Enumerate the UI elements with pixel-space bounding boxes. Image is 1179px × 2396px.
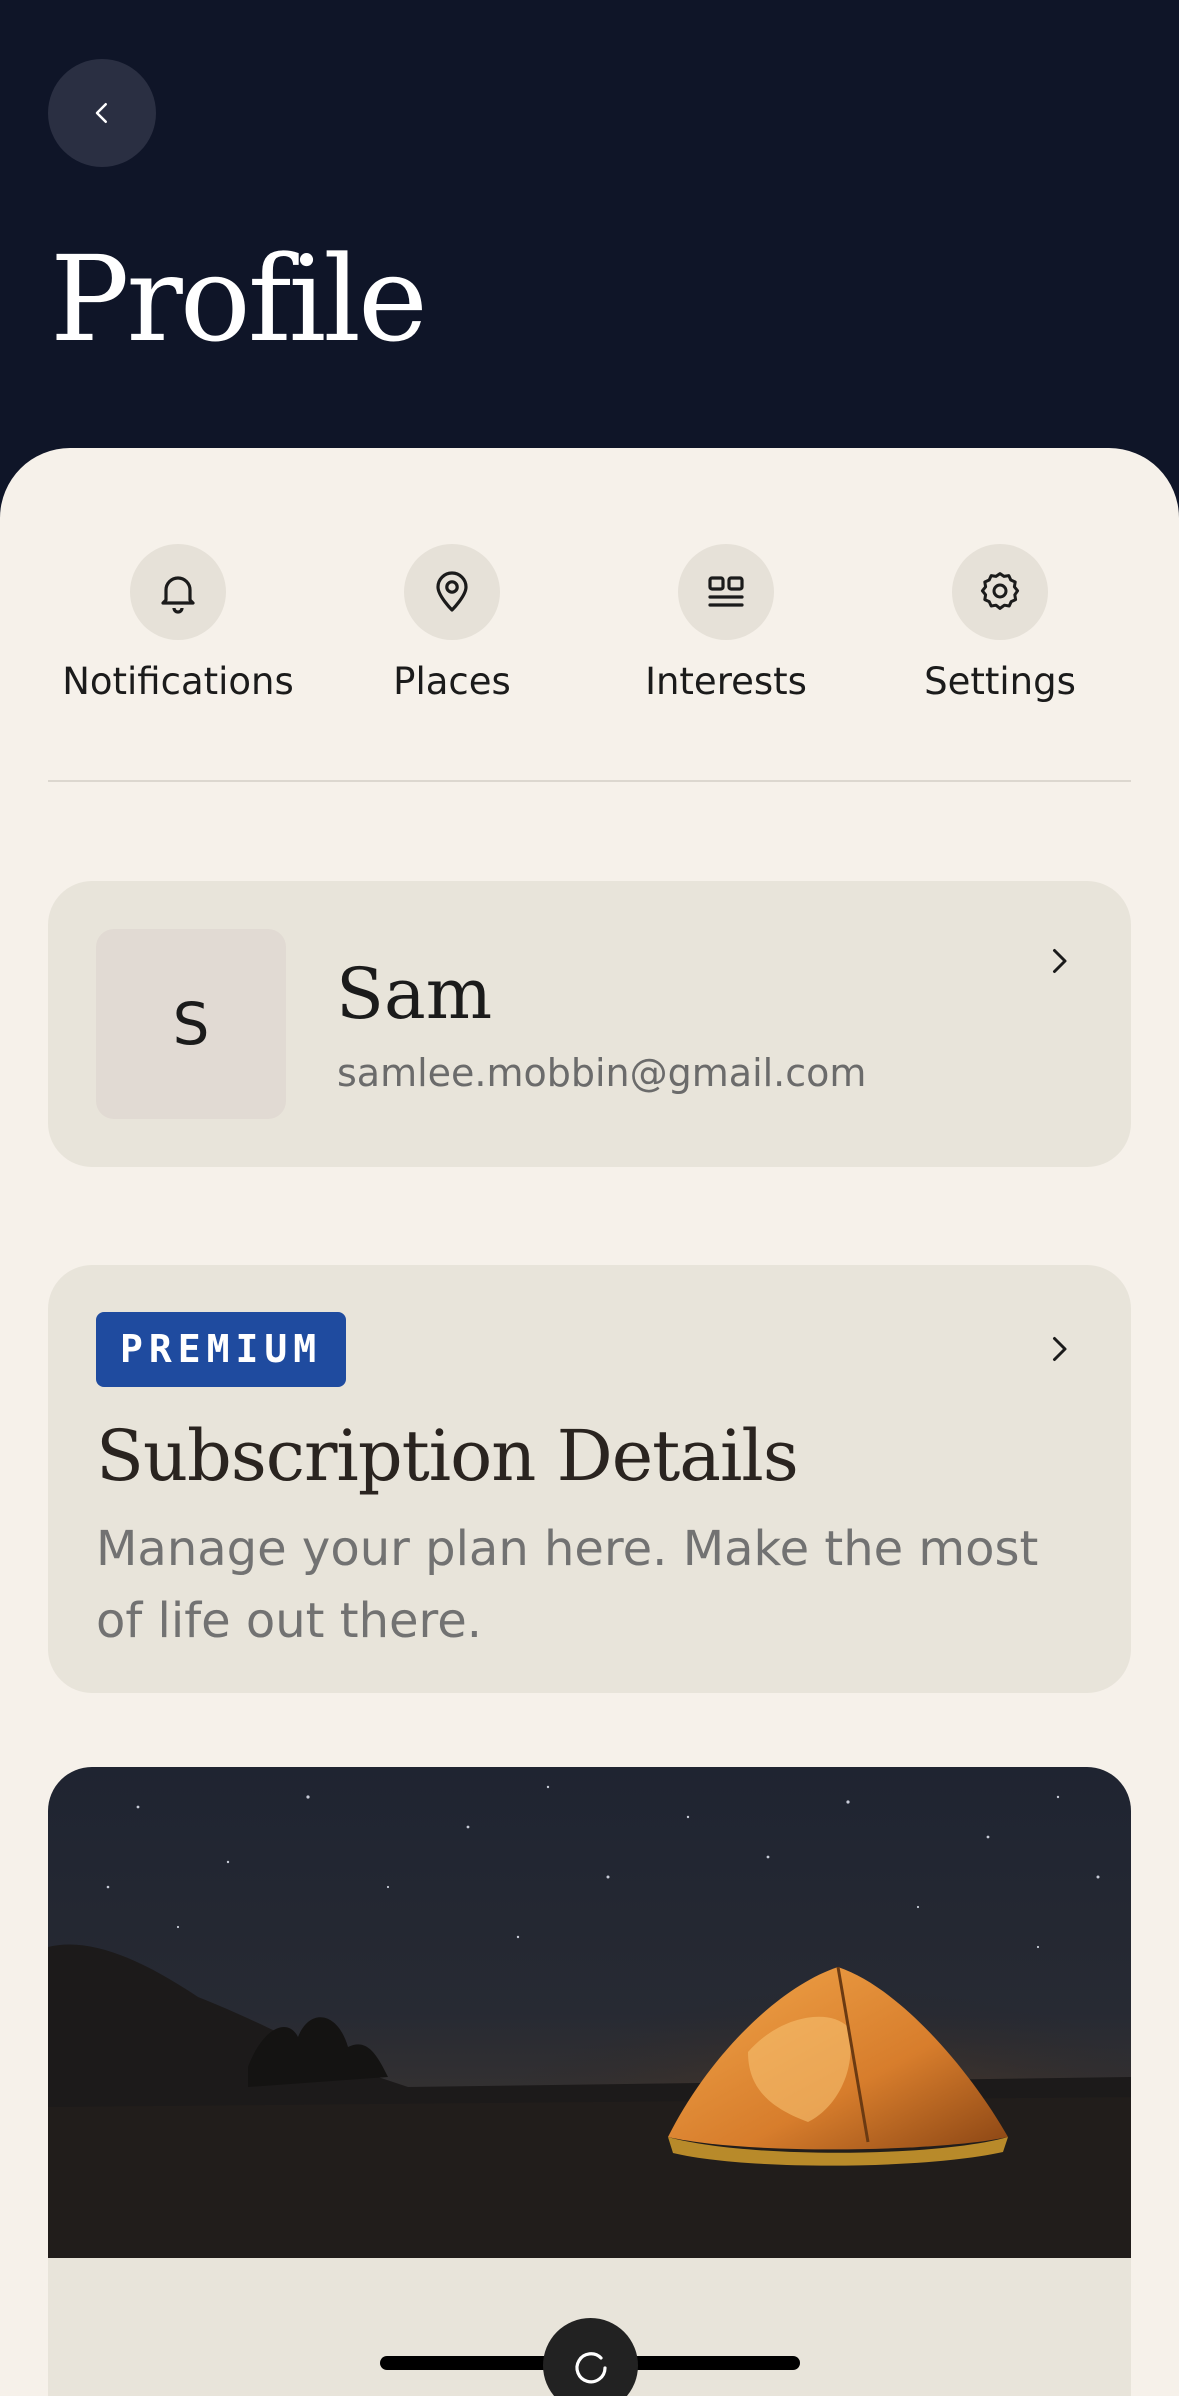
camping-tent-image	[48, 1767, 1131, 2258]
refresh-icon	[574, 2351, 607, 2383]
avatar-initial: S	[172, 990, 210, 1058]
back-button[interactable]	[48, 59, 156, 167]
nav-settings[interactable]: Settings	[863, 544, 1137, 703]
nav-label: Settings	[924, 660, 1076, 703]
user-name: Sam	[336, 953, 493, 1035]
map-pin-icon	[436, 571, 468, 612]
grid-icon	[708, 576, 744, 607]
page-title: Profile	[50, 230, 428, 368]
chevron-right-icon	[1041, 1331, 1077, 1367]
user-email: samlee.mobbin@gmail.com	[337, 1051, 867, 1095]
promo-card[interactable]	[48, 1767, 1131, 2396]
subscription-description: Manage your plan here. Make the most of …	[96, 1521, 1039, 1649]
nav-label: Places	[393, 660, 511, 703]
nav-interests[interactable]: Interests	[589, 544, 863, 703]
subscription-card[interactable]: PREMIUM Subscription Details Manage your…	[48, 1265, 1131, 1693]
profile-sheet: Notifications Places Interests Settings …	[0, 448, 1179, 2396]
nav-notifications[interactable]: Notifications	[41, 544, 315, 703]
nav-label: Notifications	[62, 660, 294, 703]
chevron-right-icon	[1041, 943, 1077, 979]
quick-nav: Notifications Places Interests Settings	[0, 544, 1179, 724]
chevron-left-icon	[95, 103, 107, 123]
nav-label: Interests	[645, 660, 807, 703]
gear-icon	[980, 572, 1020, 610]
divider	[48, 780, 1131, 782]
avatar: S	[96, 929, 286, 1119]
subscription-title: Subscription Details	[96, 1415, 799, 1497]
premium-badge: PREMIUM	[96, 1312, 347, 1387]
nav-places[interactable]: Places	[315, 544, 589, 703]
bell-icon	[161, 576, 195, 614]
header: Profile	[0, 0, 1179, 480]
profile-card[interactable]: S Sam samlee.mobbin@gmail.com	[48, 881, 1131, 1167]
